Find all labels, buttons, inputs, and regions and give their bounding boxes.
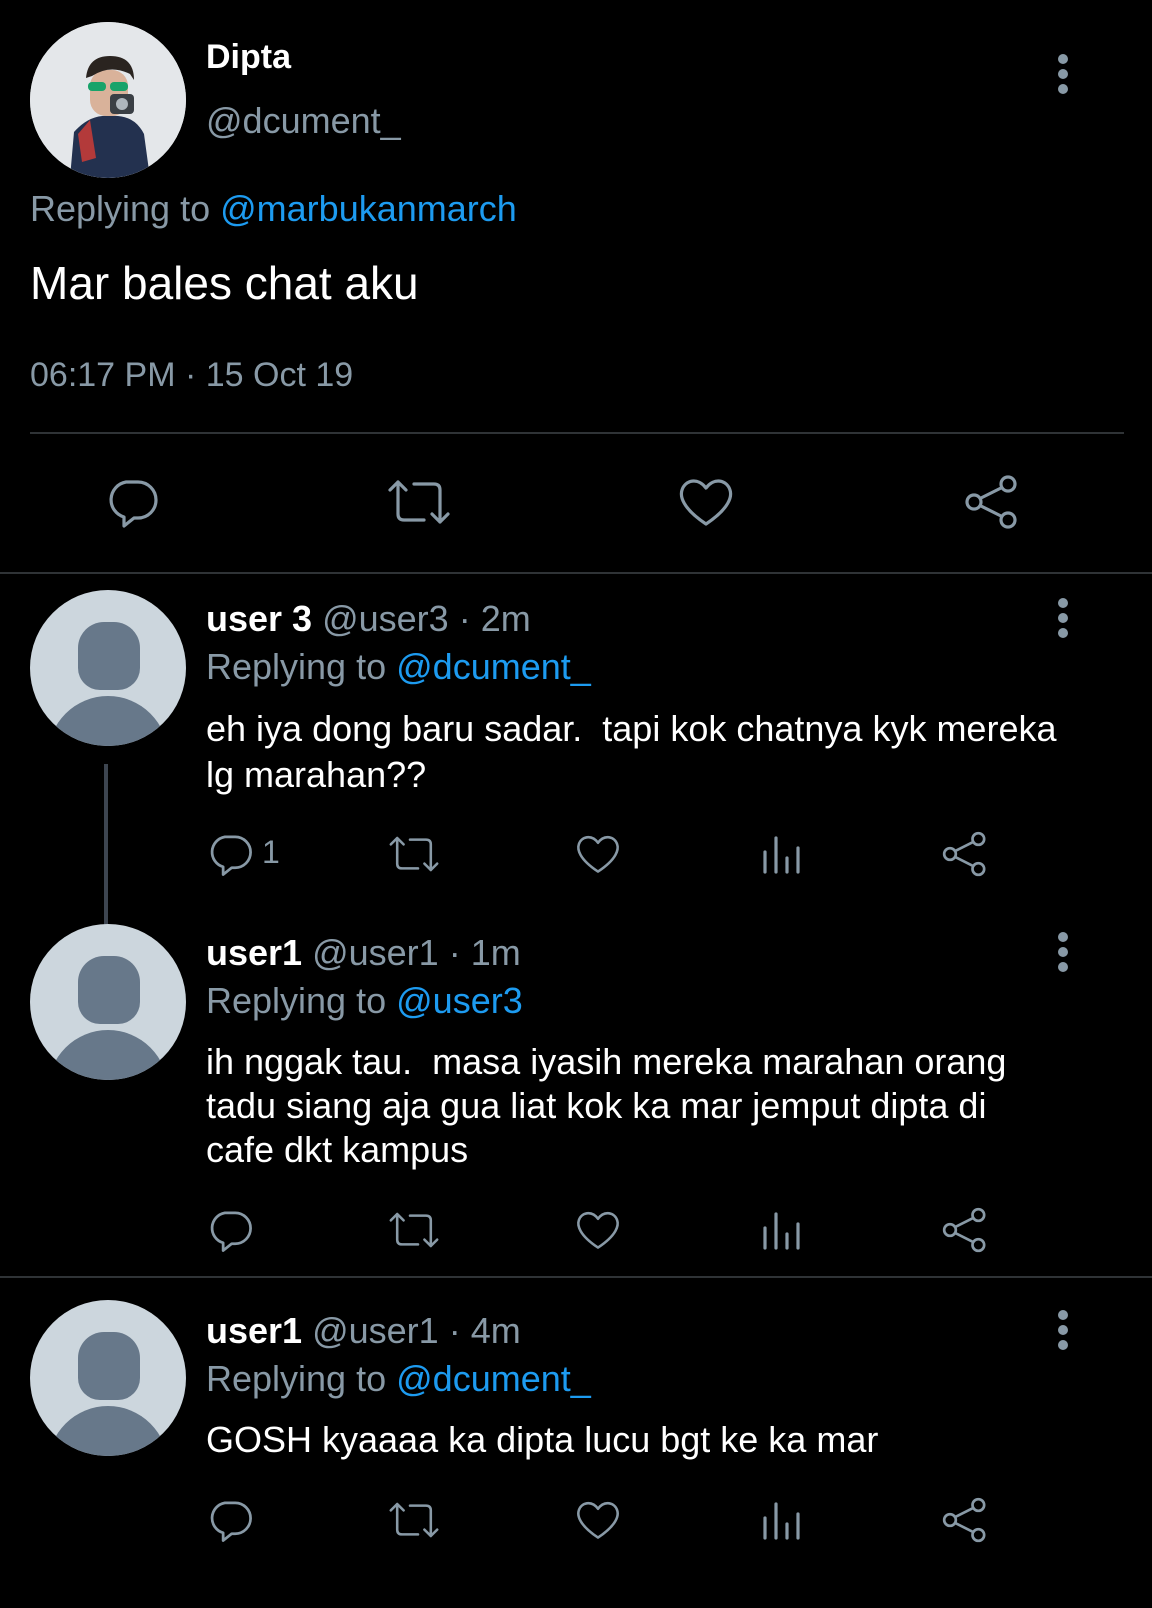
share-icon[interactable] bbox=[940, 830, 990, 878]
reply-text-line: lg marahan?? bbox=[206, 754, 427, 795]
reply-icon[interactable] bbox=[206, 1206, 254, 1254]
reply-time: · 4m bbox=[448, 1310, 521, 1351]
reply-icon[interactable] bbox=[104, 474, 160, 530]
reply-name[interactable]: user1 bbox=[206, 1310, 302, 1351]
retweet-icon[interactable] bbox=[386, 830, 442, 878]
analytics-icon[interactable] bbox=[760, 1496, 804, 1544]
section-divider bbox=[0, 1276, 1152, 1278]
reply-icon[interactable] bbox=[206, 1496, 254, 1544]
replying-to-line: Replying to @user3 bbox=[206, 980, 523, 1022]
reply-handle[interactable]: @user3 bbox=[322, 598, 449, 639]
retweet-icon[interactable] bbox=[386, 1206, 442, 1254]
reply-handle[interactable]: @user1 bbox=[312, 1310, 439, 1351]
reply-text-line: tadu siang aja gua liat kok ka mar jempu… bbox=[206, 1085, 987, 1126]
reply-header: user1 @user1 · 4m bbox=[206, 1310, 521, 1352]
reply-header: user1 @user1 · 1m bbox=[206, 932, 521, 974]
reply-time: · 1m bbox=[448, 932, 521, 973]
reply-header: user 3 @user3 · 2m bbox=[206, 598, 531, 640]
section-divider bbox=[0, 572, 1152, 574]
share-icon[interactable] bbox=[962, 474, 1022, 530]
reply-time: · 2m bbox=[458, 598, 531, 639]
more-options-icon[interactable] bbox=[1054, 1308, 1074, 1352]
replying-to-link[interactable]: @user3 bbox=[396, 980, 523, 1021]
replying-prefix: Replying to bbox=[206, 1358, 387, 1399]
reply-handle[interactable]: @user1 bbox=[312, 932, 439, 973]
like-icon[interactable] bbox=[574, 830, 622, 878]
reply-icon[interactable] bbox=[206, 830, 254, 878]
replying-to-link[interactable]: @dcument_ bbox=[396, 646, 591, 687]
replying-to-link[interactable]: @marbukanmarch bbox=[220, 188, 517, 229]
like-icon[interactable] bbox=[676, 474, 736, 530]
thread-line bbox=[104, 764, 108, 944]
reply-name[interactable]: user1 bbox=[206, 932, 302, 973]
more-options-icon[interactable] bbox=[1054, 930, 1074, 974]
author-name[interactable]: Dipta bbox=[206, 38, 291, 77]
replying-prefix: Replying to bbox=[30, 188, 211, 229]
analytics-icon[interactable] bbox=[760, 1206, 804, 1254]
timestamp-divider bbox=[30, 432, 1124, 434]
reply-text: GOSH kyaaaa ka dipta lucu bgt ke ka mar bbox=[206, 1418, 878, 1462]
replying-prefix: Replying to bbox=[206, 980, 387, 1021]
replying-to-line: Replying to @dcument_ bbox=[206, 646, 591, 688]
like-icon[interactable] bbox=[574, 1206, 622, 1254]
reply-avatar[interactable] bbox=[30, 590, 186, 746]
share-icon[interactable] bbox=[940, 1206, 990, 1254]
reply-text: eh iya dong baru sadar. tapi kok chatnya… bbox=[206, 706, 1056, 798]
author-handle[interactable]: @dcument_ bbox=[206, 100, 401, 142]
replying-to-line: Replying to @marbukanmarch bbox=[30, 188, 517, 230]
author-photo bbox=[30, 22, 186, 178]
replying-prefix: Replying to bbox=[206, 646, 387, 687]
author-avatar[interactable] bbox=[30, 22, 186, 178]
retweet-icon[interactable] bbox=[384, 474, 454, 530]
share-icon[interactable] bbox=[940, 1496, 990, 1544]
reply-text-line: cafe dkt kampus bbox=[206, 1129, 469, 1170]
reply-avatar[interactable] bbox=[30, 924, 186, 1080]
analytics-icon[interactable] bbox=[760, 830, 804, 878]
like-icon[interactable] bbox=[574, 1496, 622, 1544]
reply-text-line: eh iya dong baru sadar. tapi kok chatnya… bbox=[206, 708, 1057, 749]
replying-to-link[interactable]: @dcument_ bbox=[396, 1358, 591, 1399]
reply-text-line: ih nggak tau. masa iyasih mereka marahan… bbox=[206, 1041, 1007, 1082]
reply-count: 1 bbox=[262, 834, 280, 870]
replying-to-line: Replying to @dcument_ bbox=[206, 1358, 591, 1400]
tweet-timestamp: 06:17 PM · 15 Oct 19 bbox=[30, 356, 354, 394]
retweet-icon[interactable] bbox=[386, 1496, 442, 1544]
reply-name[interactable]: user 3 bbox=[206, 598, 312, 639]
more-options-icon[interactable] bbox=[1054, 596, 1074, 640]
reply-text-line: GOSH kyaaaa ka dipta lucu bgt ke ka mar bbox=[206, 1419, 879, 1460]
reply-text: ih nggak tau. masa iyasih mereka marahan… bbox=[206, 1040, 1006, 1172]
tweet-text: Mar bales chat aku bbox=[30, 257, 419, 309]
more-options-icon[interactable] bbox=[1054, 52, 1074, 96]
reply-avatar[interactable] bbox=[30, 1300, 186, 1456]
